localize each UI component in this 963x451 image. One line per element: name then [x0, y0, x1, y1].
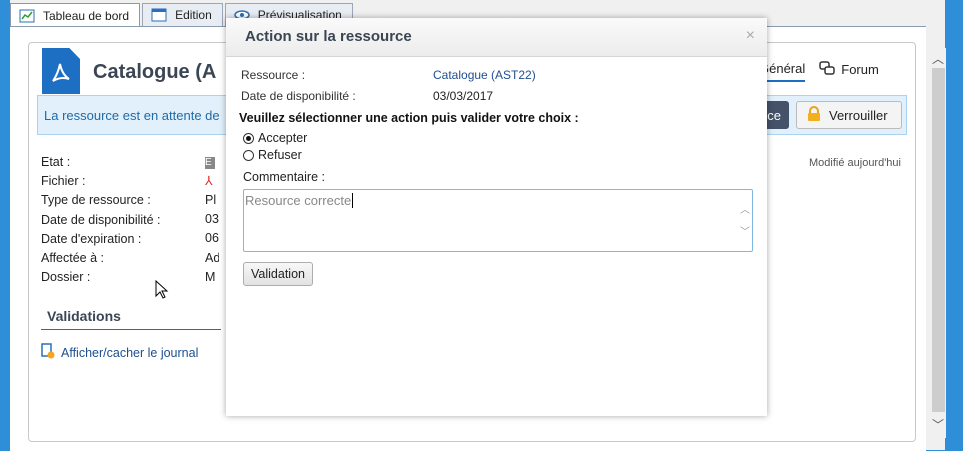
alert-text: La ressource est en attente de [44, 108, 220, 123]
journal-toggle-link[interactable]: Afficher/cacher le journal [41, 343, 198, 362]
vertical-scrollbar[interactable]: ︿ ﹀ [930, 48, 946, 438]
window-icon [151, 8, 167, 22]
detail-tabs: Général Forum [759, 61, 879, 82]
validations-title: Validations [47, 308, 121, 324]
tab-label: Edition [175, 8, 212, 22]
radio-accept[interactable]: Accepter [243, 131, 307, 145]
lock-icon [807, 105, 821, 125]
dashboard-icon [19, 9, 35, 23]
comment-label: Commentaire : [243, 170, 325, 184]
field-label: Fichier : [41, 174, 86, 189]
close-icon[interactable]: × [746, 27, 755, 45]
field-values: E ⅄ Pl 03 06 Ad M [205, 153, 219, 287]
forum-icon [819, 61, 835, 78]
resource-label: Ressource : [241, 68, 306, 82]
section-divider [41, 329, 221, 330]
scrollbar-thumb[interactable] [932, 68, 945, 412]
modified-label: Modifié aujourd'hui [809, 157, 901, 169]
date-label: Date de disponibilité : [241, 89, 356, 103]
tab-forum[interactable]: Forum [819, 61, 879, 82]
dialog-header: Action sur la ressource × [226, 18, 767, 57]
field-label: Type de ressource : [41, 193, 151, 208]
action-prompt: Veuillez sélectionner une action puis va… [239, 111, 579, 125]
field-value: 03 [205, 212, 219, 227]
date-value: 03/03/2017 [433, 89, 494, 103]
field-label: Date d'expiration : [41, 231, 142, 246]
tab-forum-label: Forum [841, 62, 879, 77]
field-value: 06 [205, 231, 219, 246]
dialog-title: Action sur la ressource [245, 28, 412, 45]
app-window: Tableau de bord Edition Prévisualisation… [10, 0, 946, 451]
comment-text: Resource correcte [245, 193, 352, 208]
mouse-cursor-icon [155, 279, 169, 303]
chevron-down-icon[interactable]: ﹀ [930, 416, 946, 432]
journal-link-label: Afficher/cacher le journal [61, 345, 199, 360]
field-value: Pl [205, 193, 217, 207]
chevron-up-icon[interactable]: ︿ [930, 50, 946, 66]
lock-button[interactable]: Verrouiller [796, 101, 902, 129]
textarea-scroll-arrows[interactable]: ︿ ﹀ [740, 200, 750, 244]
field-label: Affectée à : [41, 251, 105, 266]
tab-label: Tableau de bord [43, 9, 130, 23]
field-label: Dossier : [41, 270, 91, 285]
journal-icon [41, 343, 55, 362]
field-value: E [205, 157, 215, 169]
tab-dashboard[interactable]: Tableau de bord [10, 3, 141, 28]
field-label: Etat : [41, 155, 71, 169]
tab-edition[interactable]: Edition [142, 3, 223, 26]
radio-accept-label: Accepter [258, 131, 308, 145]
field-value: Ad [205, 250, 219, 265]
pdf-icon [42, 48, 80, 94]
comment-textarea[interactable]: Resource correcte ︿ ﹀ [243, 189, 753, 252]
action-dialog: Action sur la ressource × Ressource : Ca… [226, 18, 767, 416]
lock-label: Verrouiller [829, 107, 888, 123]
radio-button[interactable] [243, 149, 254, 161]
radio-refuse[interactable]: Refuser [243, 148, 302, 162]
validation-button[interactable]: Validation [243, 262, 313, 286]
resource-link[interactable]: Catalogue (AST22) [433, 68, 536, 82]
radio-button-checked[interactable] [243, 132, 254, 144]
field-label: Date de disponibilité : [41, 212, 161, 227]
field-value: M [205, 269, 216, 284]
field-labels: Etat : Fichier : Type de ressource : Dat… [41, 153, 161, 287]
resource-title: Catalogue (A [93, 61, 217, 83]
radio-refuse-label: Refuser [258, 148, 302, 162]
file-pdf-icon[interactable]: ⅄ [205, 172, 219, 191]
